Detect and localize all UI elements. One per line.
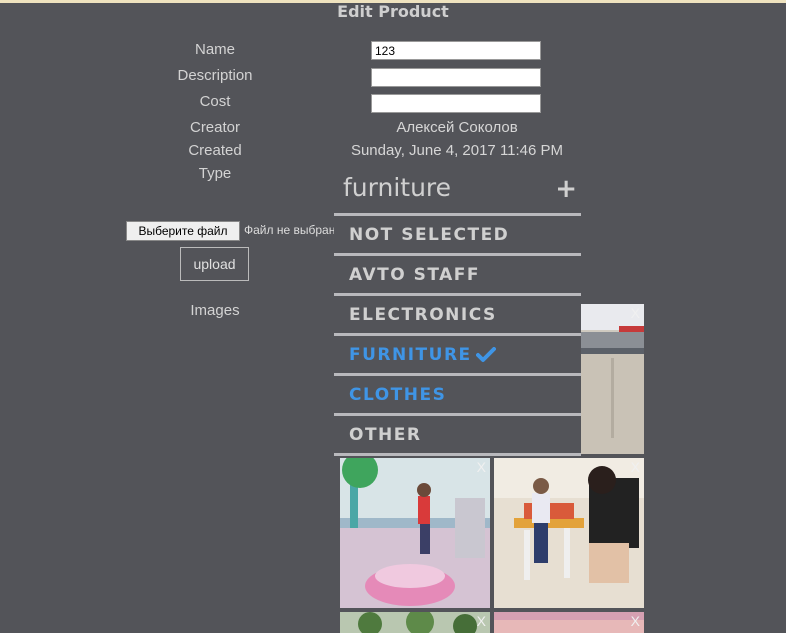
type-dropdown-header[interactable]: furniture + (334, 167, 581, 216)
cost-label: Cost (199, 93, 231, 110)
trees-photo (340, 612, 490, 633)
upload-button[interactable]: upload (180, 247, 249, 281)
remove-image-button[interactable]: X (477, 459, 486, 475)
selected-type: furniture (343, 173, 452, 202)
created-value: Sunday, June 4, 2017 11:46 PM (350, 142, 564, 159)
remove-image-button[interactable]: X (477, 613, 486, 629)
choose-file-button[interactable]: Выберите файл (126, 221, 240, 241)
image-thumbnail[interactable]: X (494, 458, 644, 608)
sunset-photo (494, 612, 644, 633)
type-option-not-selected[interactable]: NOT SELECTED (334, 216, 581, 256)
type-option-label: ELECTRONICS (349, 305, 497, 325)
image-thumbnail[interactable]: X (581, 304, 644, 454)
type-option-label: CLOTHES (349, 385, 447, 405)
cost-input[interactable] (371, 94, 541, 113)
description-label: Description (177, 67, 253, 84)
type-option-label: AVTO STAFF (349, 265, 481, 285)
images-label: Images (190, 302, 240, 319)
plus-icon[interactable]: + (555, 174, 577, 204)
store-photo (581, 304, 644, 454)
remove-image-button[interactable]: X (631, 459, 640, 475)
name-label: Name (194, 41, 235, 58)
page-title: Edit Product (337, 2, 449, 21)
type-option-furniture[interactable]: FURNITURE (334, 336, 581, 376)
image-thumbnail[interactable]: X (494, 612, 644, 633)
type-option-label: OTHER (349, 425, 422, 445)
type-dropdown[interactable]: furniture + NOT SELECTED AVTO STAFF ELEC… (334, 167, 581, 456)
image-thumbnail[interactable]: X (340, 458, 490, 608)
remove-image-button[interactable]: X (631, 305, 640, 321)
description-input[interactable] (371, 68, 541, 87)
creator-value: Алексей Соколов (396, 119, 518, 136)
image-thumbnail[interactable]: X (340, 612, 490, 633)
file-status-text: Файл не выбран (244, 223, 334, 237)
type-option-other[interactable]: OTHER (334, 416, 581, 456)
type-label: Type (198, 165, 232, 182)
type-option-avto-staff[interactable]: AVTO STAFF (334, 256, 581, 296)
creator-label: Creator (189, 119, 241, 136)
type-option-row: FURNITURE (349, 345, 496, 365)
checkmark-icon (475, 347, 496, 362)
name-input[interactable] (371, 41, 541, 60)
type-option-label: NOT SELECTED (349, 225, 510, 245)
remove-image-button[interactable]: X (631, 613, 640, 629)
type-option-electronics[interactable]: ELECTRONICS (334, 296, 581, 336)
playground-photo (340, 458, 490, 608)
kids-table-photo (494, 458, 644, 608)
type-option-clothes[interactable]: CLOTHES (334, 376, 581, 416)
created-label: Created (188, 142, 242, 159)
type-option-label: FURNITURE (349, 345, 472, 365)
